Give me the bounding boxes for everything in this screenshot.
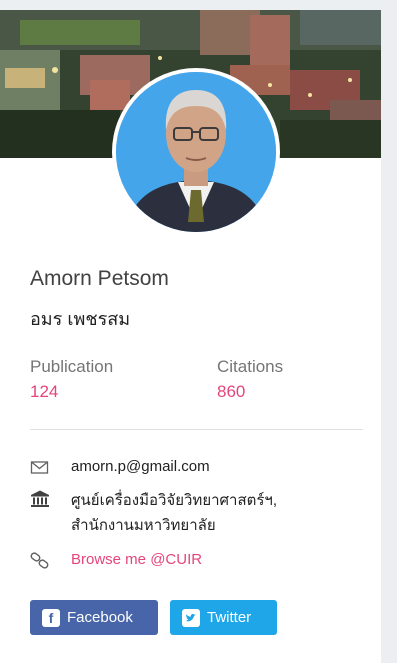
publication-label: Publication [30, 357, 114, 376]
twitter-button-label: Twitter [207, 609, 252, 626]
envelope-icon [30, 458, 50, 478]
cuir-profile-link[interactable]: Browse me @CUIR [71, 551, 202, 568]
profile-name-thai: อมร เพชรสม [30, 309, 131, 329]
citations-label: Citations [217, 357, 284, 376]
publication-count[interactable]: 124 [30, 382, 58, 402]
profile-name-english: Amorn Petsom [30, 267, 169, 290]
citations-count[interactable]: 860 [217, 382, 245, 402]
facebook-icon: f [42, 608, 60, 627]
bank-icon [30, 489, 50, 509]
divider [30, 429, 363, 430]
chain-link-icon [30, 551, 50, 571]
twitter-icon [182, 608, 200, 627]
institution: ศูนย์เครื่องมือวิจัยวิทยาศาสตร์ฯ, สำนักง… [71, 488, 277, 538]
facebook-button[interactable]: f Facebook [30, 600, 158, 635]
facebook-button-label: Facebook [67, 609, 133, 626]
twitter-button[interactable]: Twitter [170, 600, 277, 635]
institution-line-1: ศูนย์เครื่องมือวิจัยวิทยาศาสตร์ฯ, [71, 492, 278, 509]
institution-line-2: สำนักงานมหาวิทยาลัย [71, 517, 216, 534]
email-text: amorn.p@gmail.com [71, 458, 210, 475]
profile-card: Amorn Petsom อมร เพชรสม Publication 124 … [0, 10, 381, 663]
avatar-frame [112, 68, 280, 236]
avatar [116, 72, 276, 232]
